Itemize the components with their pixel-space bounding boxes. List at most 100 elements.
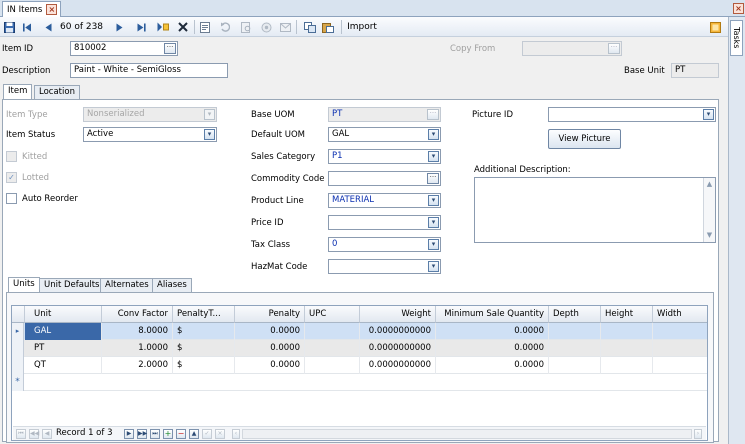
cell-width[interactable] bbox=[653, 357, 707, 374]
cell-conv-factor[interactable]: 8.0000 bbox=[102, 323, 173, 340]
cell-min-sale-qty[interactable]: 0.0000 bbox=[436, 323, 549, 340]
tab-unit-defaults[interactable]: Unit Defaults bbox=[39, 278, 105, 293]
tax-class-dropdown[interactable]: 0 ▾ bbox=[328, 237, 441, 252]
item-id-field[interactable]: 810002 ··· bbox=[70, 41, 178, 56]
cell-weight[interactable]: 0.0000000000 bbox=[360, 340, 436, 357]
tab-location[interactable]: Location bbox=[34, 85, 80, 100]
new-record-icon[interactable] bbox=[156, 20, 170, 34]
cell-height[interactable] bbox=[601, 340, 653, 357]
cell-unit[interactable]: QT bbox=[25, 357, 102, 374]
column-header-penalty-type[interactable]: PenaltyT... bbox=[173, 306, 235, 323]
cell-min-sale-qty[interactable]: 0.0000 bbox=[436, 340, 549, 357]
chevron-down-icon[interactable]: ▾ bbox=[428, 129, 439, 140]
next-record-icon[interactable] bbox=[115, 20, 124, 34]
cell-unit[interactable]: GAL bbox=[25, 323, 102, 340]
new-row[interactable]: * bbox=[12, 374, 707, 391]
chevron-down-icon[interactable]: ▾ bbox=[428, 217, 439, 228]
cell-height[interactable] bbox=[601, 357, 653, 374]
cell-upc[interactable] bbox=[305, 357, 360, 374]
chevron-down-icon[interactable]: ▾ bbox=[204, 129, 215, 140]
save-icon[interactable] bbox=[3, 20, 15, 34]
import-button[interactable]: Import bbox=[346, 20, 378, 34]
new-row-marker[interactable]: * bbox=[12, 374, 24, 391]
cell-upc[interactable] bbox=[305, 340, 360, 357]
cell-penalty-type[interactable]: $ bbox=[173, 357, 235, 374]
cell-height[interactable] bbox=[601, 323, 653, 340]
hazmat-code-dropdown[interactable]: ▾ bbox=[328, 259, 441, 274]
column-header-width[interactable]: Width bbox=[653, 306, 707, 323]
close-window-icon[interactable]: × bbox=[733, 3, 744, 14]
cell-weight[interactable]: 0.0000000000 bbox=[360, 357, 436, 374]
cell-penalty[interactable]: 0.0000 bbox=[235, 323, 305, 340]
notes-icon[interactable] bbox=[199, 20, 211, 34]
last-record-icon[interactable] bbox=[136, 20, 146, 34]
additional-description-field[interactable]: ▲ ▼ bbox=[474, 177, 716, 243]
view-picture-button[interactable]: View Picture bbox=[548, 129, 621, 149]
row-indicator-icon[interactable]: ▸ bbox=[12, 323, 24, 340]
cell-conv-factor[interactable]: 1.0000 bbox=[102, 340, 173, 357]
item-id-lookup-icon[interactable]: ··· bbox=[164, 43, 176, 54]
column-header-upc[interactable]: UPC bbox=[305, 306, 360, 323]
cell-depth[interactable] bbox=[549, 340, 601, 357]
favorite-icon[interactable] bbox=[709, 20, 721, 34]
nav-edit-icon[interactable]: ▲ bbox=[189, 429, 199, 439]
nav-next-icon[interactable]: ▶ bbox=[124, 429, 134, 439]
item-status-dropdown[interactable]: Active ▾ bbox=[83, 127, 217, 142]
tab-item[interactable]: Item bbox=[3, 84, 33, 100]
column-header-depth[interactable]: Depth bbox=[549, 306, 601, 323]
scroll-up-icon[interactable]: ▲ bbox=[705, 180, 714, 189]
first-record-icon[interactable] bbox=[22, 20, 32, 34]
table-row[interactable]: QT 2.0000 $ 0.0000 0.0000000000 0.0000 bbox=[12, 357, 707, 374]
row-selector[interactable] bbox=[12, 357, 24, 374]
column-header-penalty[interactable]: Penalty bbox=[235, 306, 305, 323]
document-tab-in-items[interactable]: IN Items × bbox=[2, 1, 62, 17]
nav-delete-icon[interactable]: − bbox=[176, 429, 186, 439]
cell-penalty[interactable]: 0.0000 bbox=[235, 357, 305, 374]
commodity-code-field[interactable]: ··· bbox=[328, 171, 441, 186]
nav-last-icon[interactable]: ⏭ bbox=[150, 429, 160, 439]
tasks-tab[interactable]: Tasks bbox=[730, 20, 743, 56]
price-id-dropdown[interactable]: ▾ bbox=[328, 215, 441, 230]
description-field[interactable]: Paint - White - SemiGloss bbox=[70, 63, 228, 78]
cell-penalty-type[interactable]: $ bbox=[173, 340, 235, 357]
column-header-weight[interactable]: Weight bbox=[360, 306, 436, 323]
scrollbar[interactable]: ▲ ▼ bbox=[703, 178, 715, 242]
column-header-unit[interactable]: Unit bbox=[25, 306, 102, 323]
nav-next-page-icon[interactable]: ▶▶ bbox=[137, 429, 147, 439]
delete-icon[interactable] bbox=[177, 20, 188, 34]
chevron-down-icon[interactable]: ▾ bbox=[428, 195, 439, 206]
cell-penalty[interactable]: 0.0000 bbox=[235, 340, 305, 357]
nav-add-icon[interactable]: + bbox=[163, 429, 173, 439]
paste-icon[interactable] bbox=[321, 20, 334, 34]
commodity-code-lookup-icon[interactable]: ··· bbox=[427, 173, 439, 184]
picture-id-dropdown[interactable]: ▾ bbox=[548, 107, 716, 122]
cell-width[interactable] bbox=[653, 340, 707, 357]
copy-icon[interactable] bbox=[303, 20, 316, 34]
cell-conv-factor[interactable]: 2.0000 bbox=[102, 357, 173, 374]
close-tab-icon[interactable]: × bbox=[46, 4, 58, 15]
cell-unit[interactable]: PT bbox=[25, 340, 102, 357]
sales-category-dropdown[interactable]: P1 ▾ bbox=[328, 149, 441, 164]
auto-reorder-checkbox[interactable] bbox=[6, 193, 17, 204]
cell-depth[interactable] bbox=[549, 357, 601, 374]
cell-weight[interactable]: 0.0000000000 bbox=[360, 323, 436, 340]
column-header-conv-factor[interactable]: Conv Factor bbox=[102, 306, 173, 323]
hscroll-left-icon[interactable]: ‹ bbox=[232, 429, 240, 439]
product-line-dropdown[interactable]: MATERIAL ▾ bbox=[328, 193, 441, 208]
column-header-min-sale-qty[interactable]: Minimum Sale Quantity bbox=[436, 306, 549, 323]
cell-min-sale-qty[interactable]: 0.0000 bbox=[436, 357, 549, 374]
tab-aliases[interactable]: Aliases bbox=[152, 278, 192, 293]
row-selector[interactable] bbox=[12, 340, 24, 357]
chevron-down-icon[interactable]: ▾ bbox=[428, 239, 439, 250]
chevron-down-icon[interactable]: ▾ bbox=[703, 109, 714, 120]
cell-width[interactable] bbox=[653, 323, 707, 340]
cell-upc[interactable] bbox=[305, 323, 360, 340]
table-row[interactable]: ▸ GAL 8.0000 $ 0.0000 0.0000000000 0.000… bbox=[12, 323, 707, 340]
column-header-height[interactable]: Height bbox=[601, 306, 653, 323]
hscroll-right-icon[interactable]: › bbox=[694, 429, 702, 439]
tab-units[interactable]: Units bbox=[8, 277, 40, 293]
default-uom-dropdown[interactable]: GAL ▾ bbox=[328, 127, 441, 142]
chevron-down-icon[interactable]: ▾ bbox=[428, 261, 439, 272]
chevron-down-icon[interactable]: ▾ bbox=[428, 151, 439, 162]
horizontal-scrollbar[interactable] bbox=[242, 429, 692, 439]
